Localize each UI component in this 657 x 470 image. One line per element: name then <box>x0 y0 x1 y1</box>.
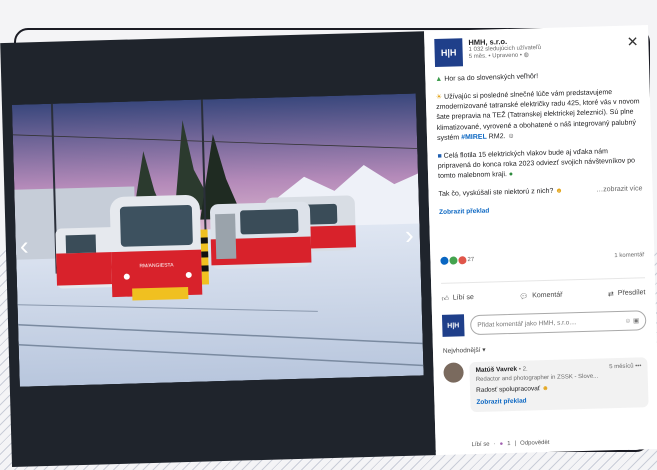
like-button[interactable]: 👍︎ Líbí se <box>441 293 474 303</box>
comment-like-count: 1 <box>507 441 511 448</box>
post-detail-panel: ✕ H|H HMH, s.r.o. 1 032 sledujúcich užív… <box>424 25 657 456</box>
smile-emoji-icon: ☺ <box>507 132 515 140</box>
post-header: H|H HMH, s.r.o. 1 032 sledujúcich užívat… <box>434 36 541 67</box>
train-photo: RM/ANGIESTA <box>11 93 424 387</box>
mountain-emoji-icon: ▲ <box>435 75 443 83</box>
repost-icon: ⇄ <box>607 290 614 298</box>
comment-composer: H|H Přidat komentář jako HMH, s.r.o.... … <box>441 309 647 337</box>
post-image-viewer: RM/ANGIESTA ‹ › <box>0 31 436 467</box>
like-label: Líbí se <box>452 294 474 302</box>
train-back-1 <box>210 201 312 270</box>
comment-translate-link[interactable]: Zobrazit překlad <box>476 394 642 407</box>
next-image-arrow[interactable]: › <box>405 220 415 250</box>
like-reaction-icon <box>440 256 449 265</box>
grin-emoji-icon: ☻ <box>541 384 549 392</box>
commenter-logo: H|H <box>441 314 465 337</box>
comment-actions: Líbí se · ● 1 | Odpovědět <box>471 439 550 449</box>
tree-emoji-icon: ● <box>508 170 514 179</box>
post-actions: 👍︎ Líbí se 💬︎ Komentář ⇄ Přesdílet <box>441 277 646 303</box>
comment-like-button[interactable]: Líbí se <box>472 442 490 449</box>
grin-emoji-icon: ☻ <box>555 187 563 195</box>
comment-text: Radosť spolupracovať <box>475 385 541 394</box>
post-body: ▲ Hor sa do slovenských veľhôr! ☀ Užívaj… <box>435 69 643 226</box>
comment-input[interactable]: Přidat komentář jako HMH, s.r.o.... ☺ ▣ <box>469 310 647 336</box>
reaction-summary[interactable]: 27 <box>440 256 474 265</box>
train-emoji-icon: ■ <box>437 152 442 160</box>
sun-emoji-icon: ☀ <box>435 93 443 102</box>
hashtag-link[interactable]: #MIREL <box>461 133 487 141</box>
comment-heart-icon: ● <box>499 441 504 448</box>
reactions-row: 27 1 komentář <box>440 251 644 265</box>
image-icon[interactable]: ▣ <box>633 317 639 324</box>
avatar[interactable] <box>443 362 464 383</box>
share-button[interactable]: ⇄ Přesdílet <box>608 288 646 298</box>
close-icon[interactable]: ✕ <box>626 33 638 50</box>
emoji-icon[interactable]: ☺ <box>625 318 632 325</box>
post-line1: Hor sa do slovenských veľhôr! <box>444 73 539 83</box>
comment-label: Komentář <box>532 291 563 300</box>
comment-count[interactable]: 1 komentář <box>614 252 644 259</box>
globe-icon: ◍ <box>523 52 529 59</box>
share-label: Přesdílet <box>617 289 646 297</box>
train-label: RM/ANGIESTA <box>139 262 174 269</box>
comment-bubble: Matúš Vavrek • 2. 5 měsíců ••• Redactor … <box>469 357 649 413</box>
reply-button[interactable]: Odpovědět <box>520 440 550 447</box>
comment-author[interactable]: Matúš Vavrek <box>475 366 517 374</box>
post-paragraph-1-end: RM2. <box>488 132 506 141</box>
love-reaction-icon <box>458 256 467 265</box>
comment-time[interactable]: 5 měsíců ••• <box>609 362 642 372</box>
company-logo[interactable]: H|H <box>434 38 464 67</box>
comment-button[interactable]: 💬︎ Komentář <box>519 291 562 301</box>
comment-input-placeholder: Přidat komentář jako HMH, s.r.o.... <box>477 318 577 329</box>
thumbs-up-icon: 👍︎ <box>441 295 449 303</box>
celebrate-reaction-icon <box>449 256 458 265</box>
post-question: Tak čo, vyskúšali ste niektorú z nich? <box>438 188 554 199</box>
comment-sort-dropdown[interactable]: Nejvhodnější ▾ <box>443 346 486 355</box>
post-meta: 5 měs. • Upraveno • <box>468 52 523 61</box>
post-modal: RM/ANGIESTA ‹ › ✕ H|H HMH, s.r.o. 1 032 … <box>0 25 657 467</box>
comment-item: Matúš Vavrek • 2. 5 měsíců ••• Redactor … <box>443 357 649 413</box>
comment-icon: 💬︎ <box>519 292 529 301</box>
translate-link[interactable]: Zobrazit překlad <box>439 208 489 216</box>
previous-image-arrow[interactable]: ‹ <box>19 230 29 260</box>
reaction-count: 27 <box>467 256 475 264</box>
see-more-link[interactable]: …zobrazit více <box>596 185 643 196</box>
post-paragraph-2: Celá flotila 15 elektrických vlakov bude… <box>437 148 636 181</box>
connection-degree: • 2. <box>518 366 528 373</box>
